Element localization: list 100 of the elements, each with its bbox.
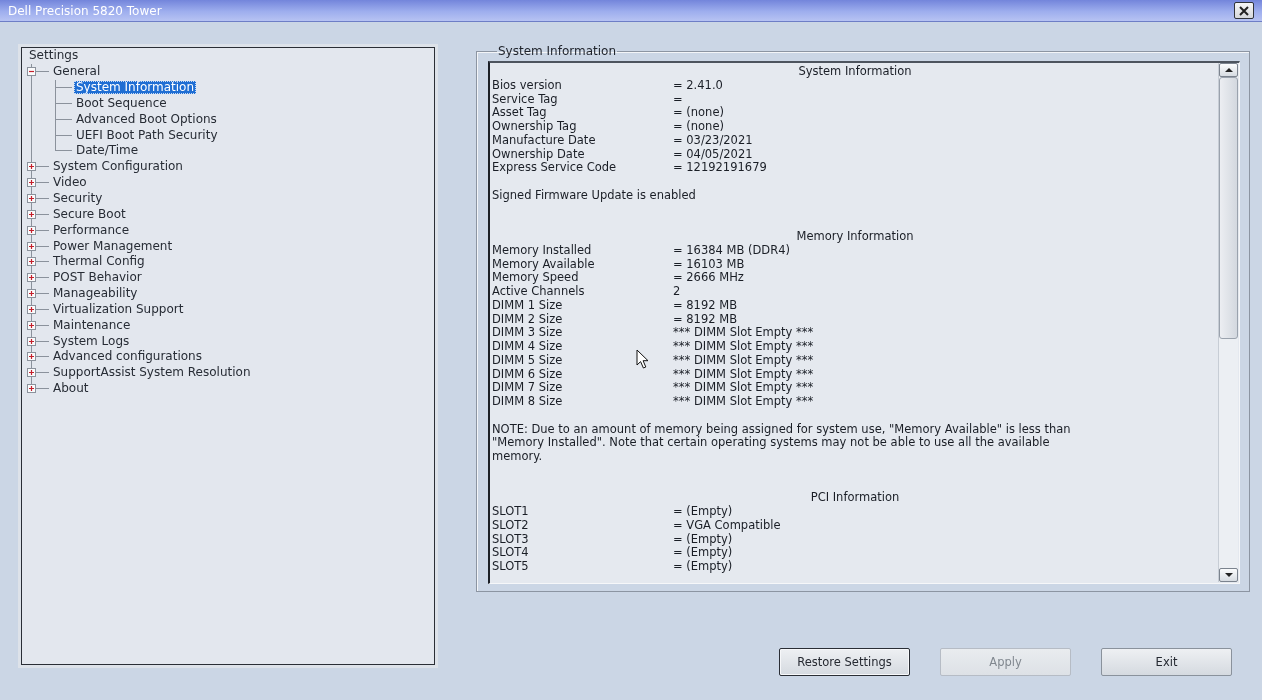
field-label: Express Service Code bbox=[492, 161, 617, 175]
plus-box-icon[interactable] bbox=[27, 209, 36, 219]
tree-item[interactable]: Performance bbox=[51, 223, 132, 237]
tree-item[interactable]: System Configuration bbox=[51, 160, 185, 174]
field-value: *** DIMM Slot Empty *** bbox=[673, 395, 814, 409]
plus-box-icon[interactable] bbox=[27, 178, 36, 188]
window-title: Dell Precision 5820 Tower bbox=[8, 3, 162, 18]
close-icon bbox=[1239, 5, 1249, 16]
scroll-down-button[interactable] bbox=[1219, 568, 1238, 582]
tree-item[interactable]: UEFI Boot Path Security bbox=[74, 128, 220, 142]
field-label: Memory Installed bbox=[492, 243, 592, 258]
tree-item[interactable]: Security bbox=[51, 192, 105, 205]
field-label: DIMM 7 Size bbox=[492, 381, 563, 395]
field-value: = 04/05/2021 bbox=[673, 147, 753, 162]
field-value: = bbox=[673, 92, 683, 107]
field-value: = 2.41.0 bbox=[673, 78, 723, 93]
field-label: DIMM 8 Size bbox=[492, 395, 563, 409]
tree-item[interactable]: Thermal Config bbox=[51, 255, 147, 269]
field-label: Active Channels bbox=[492, 285, 585, 299]
info-note: NOTE: Due to an amount of memory being assigned for system use, "Memory Available" is less than "Memory Installed". Note that certain operating systems may not be able to use all the available memory. bbox=[492, 422, 1072, 464]
tree-item[interactable]: System Information bbox=[74, 81, 197, 95]
field-value: *** DIMM Slot Empty *** bbox=[673, 353, 814, 368]
plus-box-icon[interactable] bbox=[27, 320, 36, 330]
tree-item[interactable]: Power Management bbox=[51, 239, 175, 253]
tree-item[interactable]: Advanced Boot Options bbox=[74, 112, 219, 126]
field-value: *** DIMM Slot Empty *** bbox=[673, 367, 814, 381]
field-value: = 8192 MB bbox=[673, 298, 738, 313]
field-value: = (Empty) bbox=[673, 505, 733, 519]
tree-item[interactable]: System Logs bbox=[51, 334, 132, 348]
field-value: *** DIMM Slot Empty *** bbox=[673, 340, 814, 354]
field-label: SLOT2 bbox=[492, 518, 529, 533]
field-label: Memory Speed bbox=[492, 271, 579, 285]
tree-item[interactable]: General bbox=[51, 65, 103, 79]
field-label: DIMM 5 Size bbox=[492, 353, 563, 368]
dialog-button[interactable]: Exit bbox=[1101, 648, 1232, 676]
tree-item[interactable]: Video bbox=[51, 176, 89, 190]
field-label: DIMM 2 Size bbox=[492, 312, 563, 326]
section-heading: System Information bbox=[798, 65, 912, 79]
up-arrow-icon bbox=[1224, 68, 1233, 72]
field-label: DIMM 4 Size bbox=[492, 340, 563, 354]
field-value: = 16103 MB bbox=[673, 257, 745, 272]
field-value: = (none) bbox=[673, 106, 724, 120]
field-value: = (Empty) bbox=[673, 560, 733, 574]
plus-box-icon[interactable] bbox=[27, 384, 36, 394]
plus-box-icon[interactable] bbox=[27, 289, 36, 299]
plus-box-icon[interactable] bbox=[27, 336, 36, 346]
dialog-button[interactable]: Restore Settings bbox=[779, 648, 910, 676]
plus-box-icon[interactable] bbox=[27, 162, 36, 172]
field-value: = 16384 MB (DDR4) bbox=[673, 243, 790, 258]
close-button[interactable] bbox=[1234, 2, 1254, 19]
plus-box-icon[interactable] bbox=[27, 352, 36, 362]
section-heading: Memory Information bbox=[796, 230, 914, 244]
tree-item[interactable]: About bbox=[51, 382, 91, 396]
field-value: = 2666 MHz bbox=[673, 271, 744, 285]
field-value: = 12192191679 bbox=[673, 161, 767, 175]
tree-item[interactable]: Advanced configurations bbox=[51, 350, 204, 364]
field-label: Manufacture Date bbox=[492, 133, 596, 148]
field-label: DIMM 1 Size bbox=[492, 298, 563, 313]
minus-box-icon[interactable] bbox=[27, 67, 36, 77]
field-label: SLOT4 bbox=[492, 546, 529, 560]
field-value: = VGA Compatible bbox=[673, 518, 781, 533]
tree-item[interactable]: POST Behavior bbox=[51, 271, 144, 285]
plus-box-icon[interactable] bbox=[27, 194, 36, 203]
field-value: = (Empty) bbox=[673, 546, 733, 560]
field-value: = 03/23/2021 bbox=[673, 133, 753, 148]
field-value: = (none) bbox=[673, 120, 724, 134]
tree-item[interactable]: Maintenance bbox=[51, 318, 133, 332]
section-heading: PCI Information bbox=[810, 491, 900, 505]
plus-box-icon[interactable] bbox=[27, 368, 36, 378]
field-label: Memory Available bbox=[492, 257, 595, 271]
scroll-up-button[interactable] bbox=[1219, 63, 1238, 77]
tree-root-label: Settings bbox=[28, 49, 80, 63]
field-value: *** DIMM Slot Empty *** bbox=[673, 326, 814, 340]
field-value: = 8192 MB bbox=[673, 312, 738, 326]
tree-item[interactable]: Manageability bbox=[51, 287, 140, 301]
tree-item[interactable]: Boot Sequence bbox=[74, 96, 169, 110]
group-title: System Information bbox=[497, 44, 618, 58]
field-label: Asset Tag bbox=[492, 106, 547, 120]
field-label: Service Tag bbox=[492, 92, 558, 107]
field-label: Ownership Tag bbox=[492, 120, 577, 134]
plus-box-icon[interactable] bbox=[27, 304, 36, 314]
plus-box-icon[interactable] bbox=[27, 241, 36, 251]
scrollbar-thumb[interactable] bbox=[1219, 77, 1238, 339]
field-label: SLOT1 bbox=[492, 505, 529, 519]
field-label: SLOT3 bbox=[492, 532, 529, 547]
field-label: SLOT5 bbox=[492, 560, 529, 574]
field-label: DIMM 3 Size bbox=[492, 326, 563, 340]
field-value: = (Empty) bbox=[673, 532, 733, 546]
field-label: DIMM 6 Size bbox=[492, 367, 563, 381]
tree-item[interactable]: Virtualization Support bbox=[51, 302, 186, 316]
mouse-pointer-icon bbox=[636, 349, 649, 369]
plus-box-icon[interactable] bbox=[27, 257, 36, 267]
info-note: Signed Firmware Update is enabled bbox=[492, 188, 697, 203]
plus-box-icon[interactable] bbox=[27, 225, 36, 235]
tree-item[interactable]: Secure Boot bbox=[51, 207, 128, 221]
tree-item[interactable]: Date/Time bbox=[74, 144, 141, 158]
plus-box-icon[interactable] bbox=[27, 273, 36, 283]
tree-item[interactable]: SupportAssist System Resolution bbox=[51, 366, 253, 380]
field-label: Bios version bbox=[492, 78, 562, 93]
field-label: Ownership Date bbox=[492, 147, 585, 161]
